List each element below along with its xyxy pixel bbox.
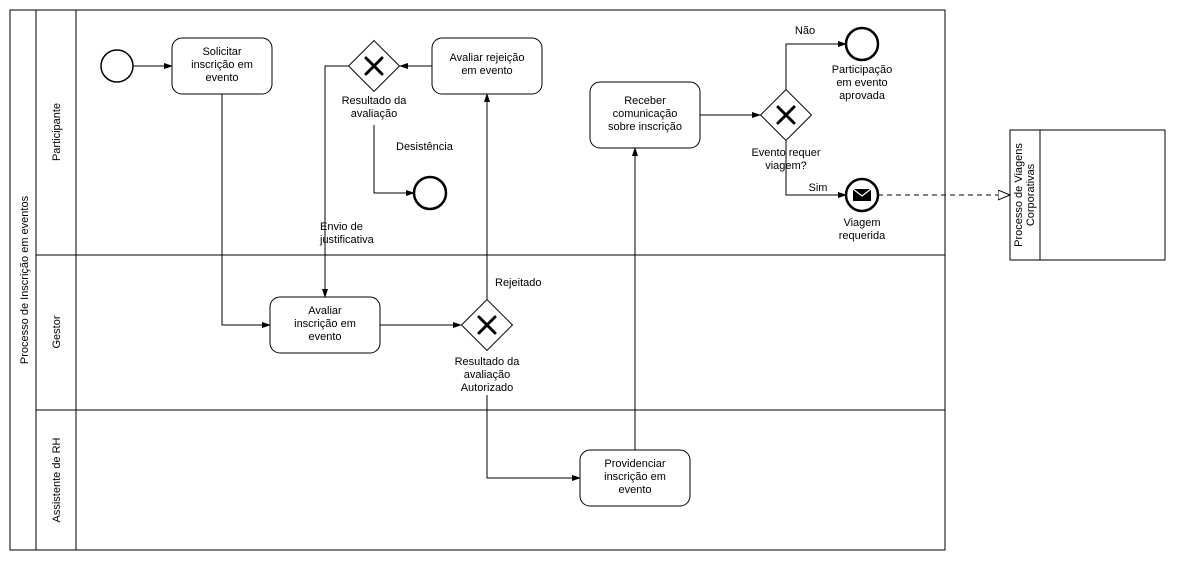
task-avaliar-inscricao: Avaliar inscrição em evento [270,297,380,353]
end-event-desistencia [414,177,446,209]
gateway2-label-line2: avaliação [464,369,510,381]
task-providenciar: Providenciar inscrição em evento [580,450,690,506]
edge-label-envio-line2: justificativa [319,234,375,246]
task-providenciar-line2: inscrição em [604,471,666,483]
gateway2-label-autorizado: Autorizado [461,382,514,394]
task-receber-line1: Receber [624,95,666,107]
end-approved-line3: aprovada [839,90,886,102]
task-avaliar-insc-line3: evento [308,331,341,343]
lane-label-gestor: Gestor [51,315,63,348]
lane-label-assistente: Assistente de RH [51,437,63,522]
task-avaliar-rejeicao-line2: em evento [461,65,512,77]
gateway1-label-line2: avaliação [351,108,397,120]
gateway1-label-line1: Resultado da [342,95,408,107]
pool-label: Processo de Inscrição em eventos [19,195,31,364]
task-solicitar-line3: evento [205,72,238,84]
task-avaliar-rejeicao-line1: Avaliar rejeição [449,52,524,64]
task-avaliar-insc-line1: Avaliar [308,305,342,317]
end-trip-line2: requerida [839,230,886,242]
task-avaliar-rejeicao: Avaliar rejeição em evento [432,38,542,94]
task-solicitar: Solicitar inscrição em evento [172,38,272,94]
task-receber-line3: sobre inscrição [608,121,682,133]
external-pool-label-line1: Processo de Viagens [1013,143,1025,247]
edge-label-desistencia: Desistência [396,141,454,153]
end-approved-line1: Participação [832,64,893,76]
task-solicitar-line1: Solicitar [202,46,241,58]
lane-assistente-rh: Assistente de RH [36,410,945,550]
end-trip-line1: Viagem [843,217,880,229]
task-solicitar-line2: inscrição em [191,59,253,71]
task-receber-line2: comunicação [613,108,678,120]
task-avaliar-insc-line2: inscrição em [294,318,356,330]
task-providenciar-line3: evento [618,484,651,496]
end-approved-line2: em evento [836,77,887,89]
gateway2-label-line1: Resultado da [455,356,521,368]
external-pool-viagens: Processo de Viagens Corporativas [1010,130,1165,260]
edge-label-nao: Não [795,25,815,37]
task-receber-comunicacao: Receber comunicação sobre inscrição [590,82,700,148]
edge-label-rejeitado: Rejeitado [495,277,541,289]
edge-label-sim: Sim [809,182,828,194]
external-pool-label-line2: Corporativas [1025,163,1037,226]
lane-label-participante: Participante [51,103,63,161]
start-event [101,50,133,82]
edge-label-envio-line1: Envio de [320,221,363,233]
task-providenciar-line1: Providenciar [604,458,665,470]
